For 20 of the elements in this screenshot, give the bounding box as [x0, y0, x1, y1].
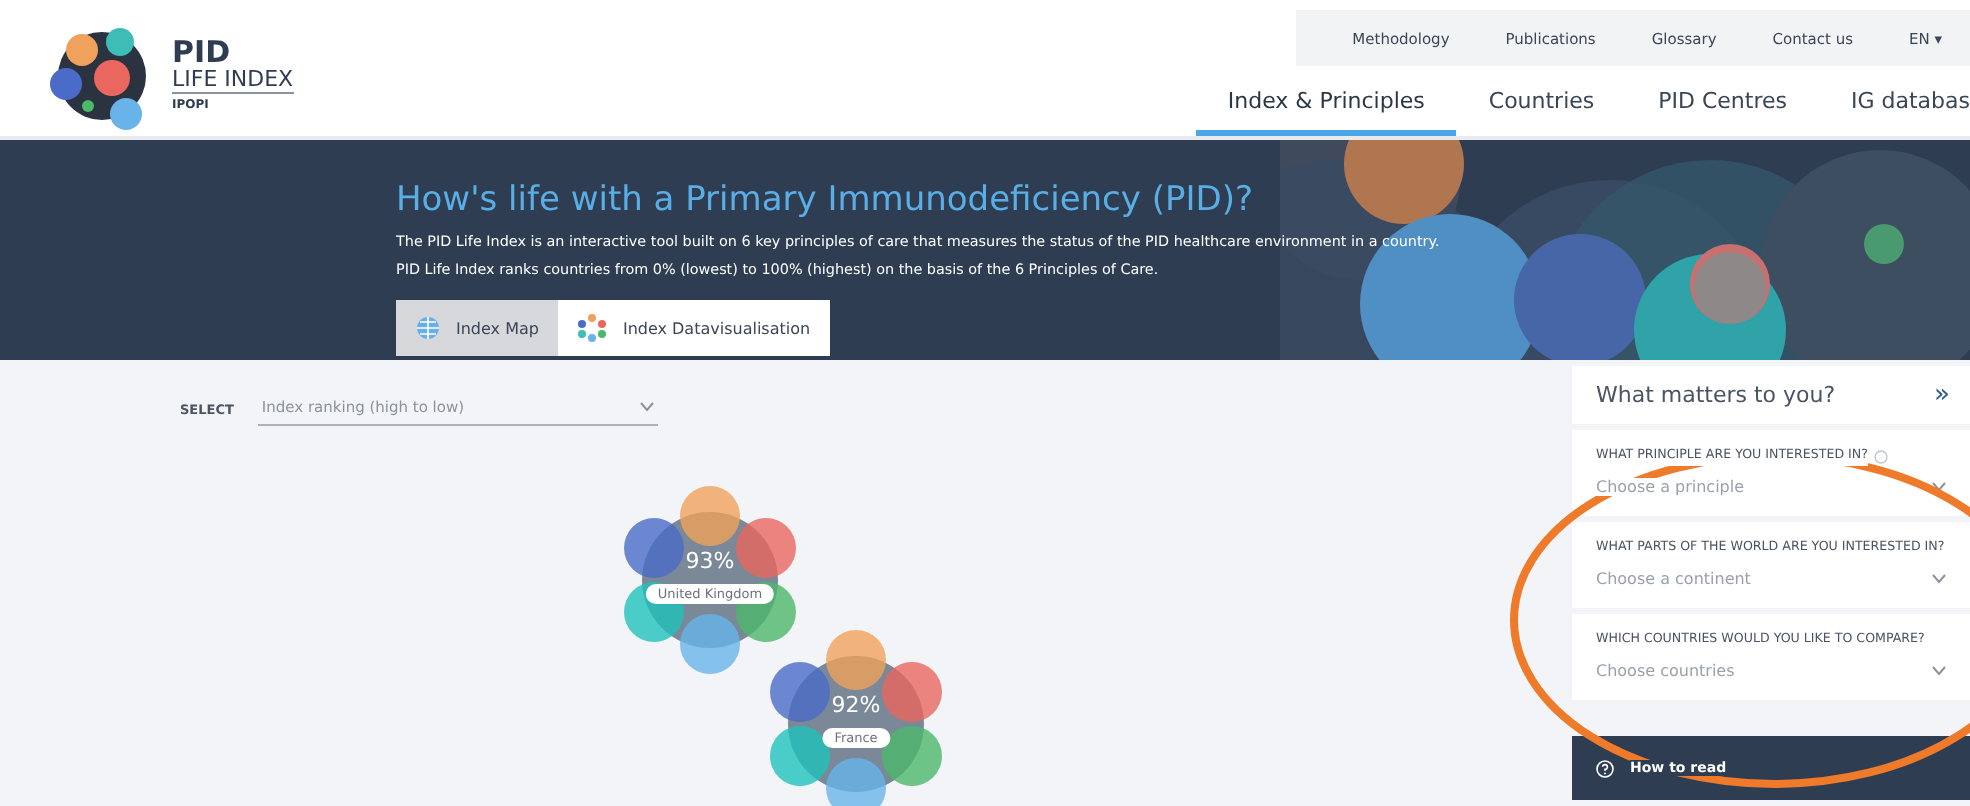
- nav-tab[interactable]: PID Centres: [1626, 78, 1819, 136]
- nav-tab[interactable]: Countries: [1456, 78, 1627, 136]
- view-tab[interactable]: Index Map: [396, 300, 559, 356]
- country-score: 93%: [683, 548, 737, 574]
- country-score: 92%: [829, 692, 883, 718]
- nav-tab[interactable]: IG databas: [1819, 78, 1970, 136]
- panel-title: What matters to you?: [1596, 382, 1836, 408]
- dots-icon: [578, 314, 607, 342]
- help-icon: [1596, 759, 1614, 777]
- caret-icon: [1932, 482, 1946, 492]
- caret-icon: [1932, 574, 1946, 584]
- caret-icon: [1932, 666, 1946, 676]
- view-tab[interactable]: Index Datavisualisation: [558, 300, 831, 356]
- collapse-button[interactable]: »: [1934, 380, 1950, 410]
- logo-title: PID: [172, 37, 233, 67]
- hero-title: How's life with a Primary Immunodeficiency (PID)?: [396, 180, 1256, 220]
- caret-icon: [639, 402, 654, 412]
- help-icon[interactable]: [1873, 449, 1888, 463]
- logo-subtitle: LIFE INDEX: [172, 67, 294, 93]
- globe-icon: [416, 316, 440, 340]
